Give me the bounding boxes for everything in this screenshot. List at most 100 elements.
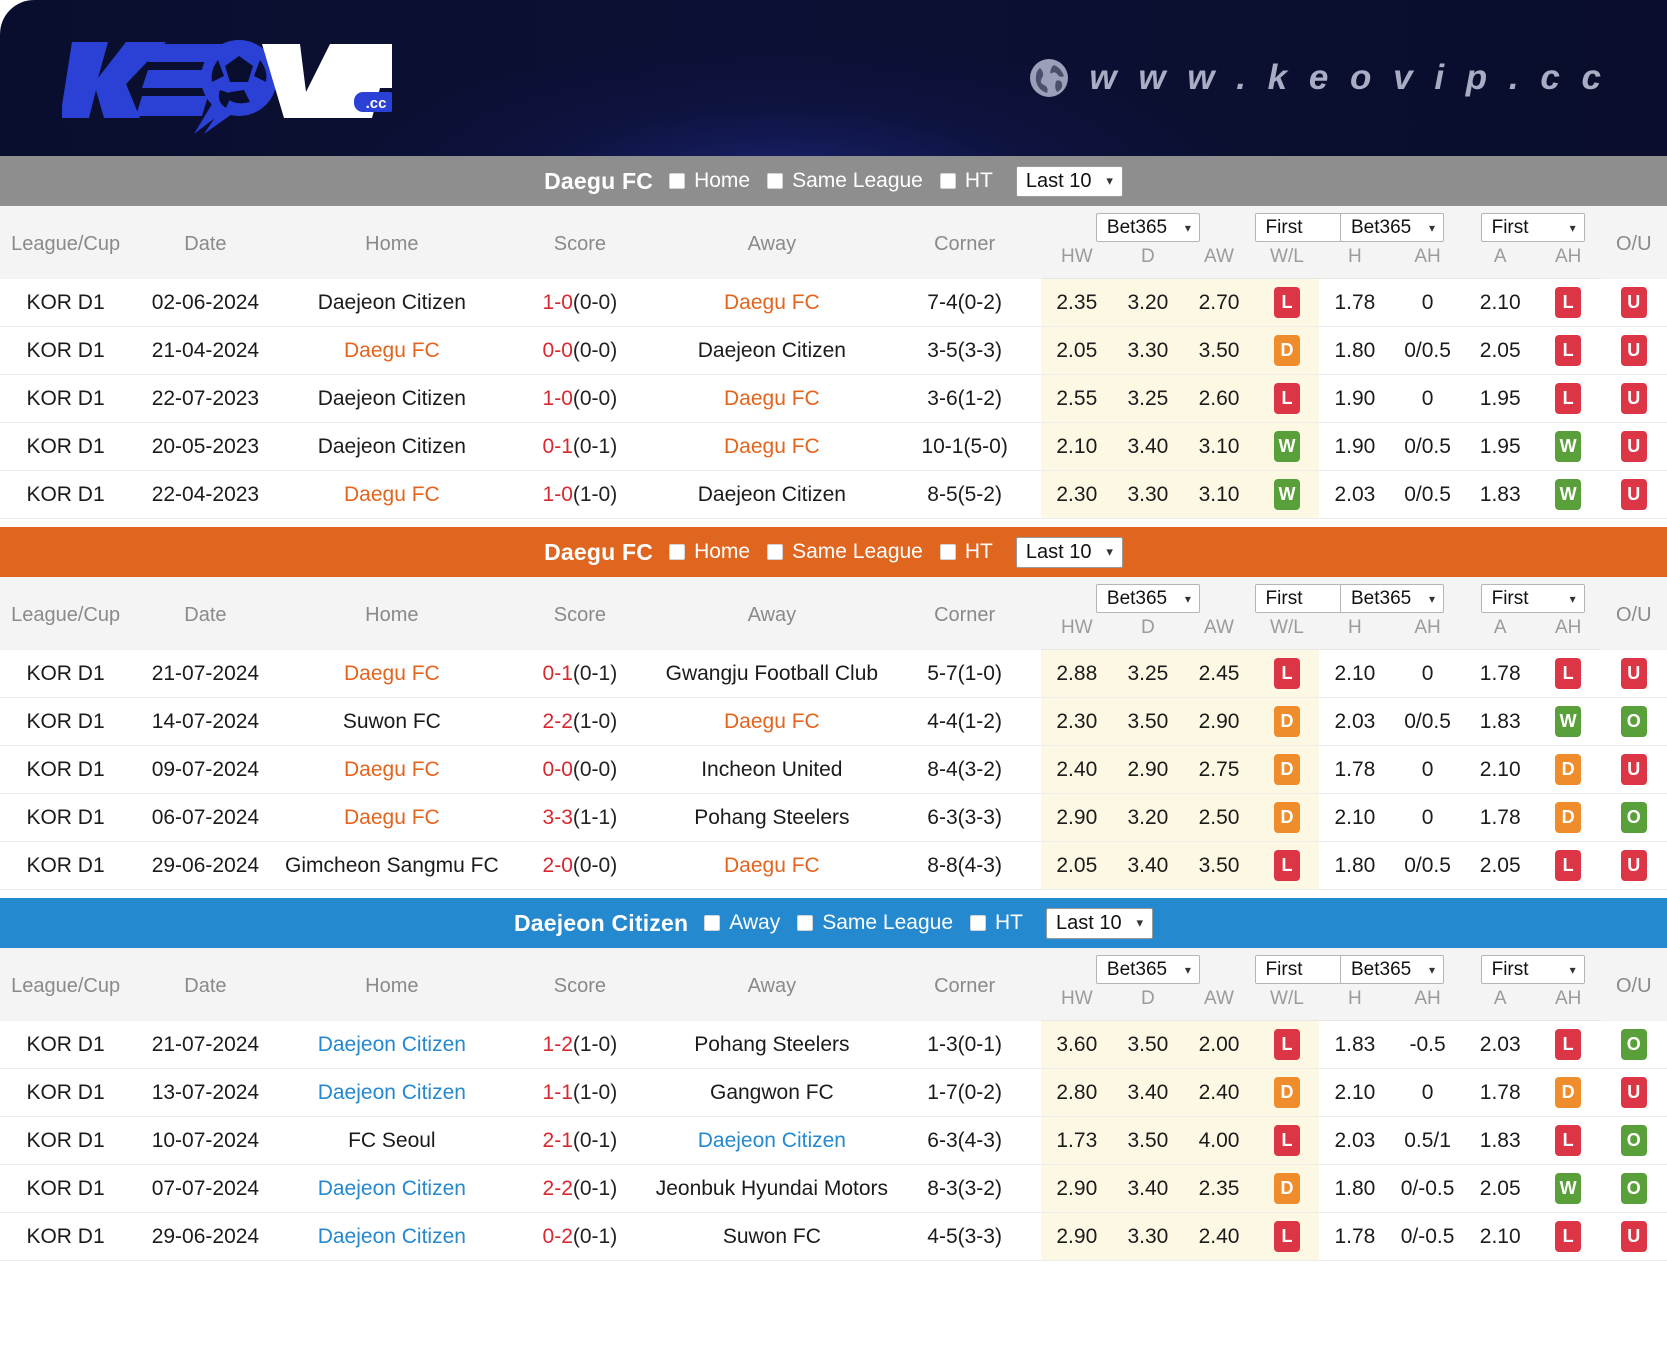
cell-ou-result: O bbox=[1601, 1117, 1667, 1165]
cell-score[interactable]: 1-0(1-0) bbox=[504, 471, 656, 519]
range-select-daegu[interactable]: Last 10 bbox=[1016, 537, 1123, 568]
cell-score[interactable]: 0-0(0-0) bbox=[504, 327, 656, 375]
filter-option-same-league-daegu[interactable]: Same League bbox=[767, 540, 923, 564]
checkbox-ht[interactable] bbox=[940, 173, 956, 189]
period-select-2-daejeon[interactable]: First bbox=[1481, 955, 1585, 984]
cell-away-team[interactable]: Daegu FC bbox=[656, 375, 888, 423]
cell-home-team[interactable]: FC Seoul bbox=[280, 1117, 504, 1165]
cell-score[interactable]: 0-1(0-1) bbox=[504, 650, 656, 698]
bookmaker-select-1-cell: Bet365▾ bbox=[1041, 206, 1254, 246]
bookmaker-select-1-h2h[interactable]: Bet365 bbox=[1096, 213, 1200, 242]
cell-home-team[interactable]: Daegu FC bbox=[280, 794, 504, 842]
checkbox-same-league[interactable] bbox=[767, 544, 783, 560]
cell-league: KOR D1 bbox=[0, 746, 131, 794]
cell-score[interactable]: 0-0(0-0) bbox=[504, 746, 656, 794]
cell-ah-result: L bbox=[1536, 650, 1601, 698]
cell-home-team[interactable]: Daegu FC bbox=[280, 327, 504, 375]
cell-ah-away-odds: 1.83 bbox=[1465, 1117, 1536, 1165]
cell-home-team[interactable]: Daegu FC bbox=[280, 650, 504, 698]
col-subheader-hw: HW bbox=[1041, 246, 1112, 279]
badge-d: D bbox=[1274, 802, 1300, 833]
cell-away-team[interactable]: Gwangju Football Club bbox=[656, 650, 888, 698]
checkbox-ht[interactable] bbox=[970, 915, 986, 931]
cell-home-team[interactable]: Daejeon Citizen bbox=[280, 279, 504, 327]
cell-home-team[interactable]: Suwon FC bbox=[280, 698, 504, 746]
filter-option-ht-h2h[interactable]: HT bbox=[940, 169, 993, 193]
cell-away-team[interactable]: Daejeon Citizen bbox=[656, 1117, 888, 1165]
cell-home-team[interactable]: Gimcheon Sangmu FC bbox=[280, 842, 504, 890]
col-header-score: Score bbox=[504, 577, 656, 650]
cell-score[interactable]: 0-2(0-1) bbox=[504, 1213, 656, 1261]
cell-away-team[interactable]: Jeonbuk Hyundai Motors bbox=[656, 1165, 888, 1213]
cell-score[interactable]: 1-1(1-0) bbox=[504, 1069, 656, 1117]
cell-away-team[interactable]: Gangwon FC bbox=[656, 1069, 888, 1117]
cell-away-team[interactable]: Daegu FC bbox=[656, 279, 888, 327]
cell-home-team[interactable]: Daejeon Citizen bbox=[280, 375, 504, 423]
cell-ah-handicap: 0/0.5 bbox=[1390, 327, 1464, 375]
filter-option-away-daejeon[interactable]: Away bbox=[704, 911, 780, 935]
cell-score[interactable]: 2-0(0-0) bbox=[504, 842, 656, 890]
cell-home-team[interactable]: Daejeon Citizen bbox=[280, 1165, 504, 1213]
cell-score[interactable]: 1-2(1-0) bbox=[504, 1021, 656, 1069]
range-select-h2h[interactable]: Last 10 bbox=[1016, 166, 1123, 197]
cell-away-team[interactable]: Daegu FC bbox=[656, 698, 888, 746]
table-row: KOR D110-07-2024FC Seoul2-1(0-1)Daejeon … bbox=[0, 1117, 1667, 1165]
filter-option-same-league-h2h[interactable]: Same League bbox=[767, 169, 923, 193]
cell-score[interactable]: 1-0(0-0) bbox=[504, 279, 656, 327]
cell-away-team[interactable]: Daejeon Citizen bbox=[656, 327, 888, 375]
cell-score[interactable]: 2-2(1-0) bbox=[504, 698, 656, 746]
checkbox-same-league[interactable] bbox=[767, 173, 783, 189]
badge-w: W bbox=[1555, 706, 1581, 737]
period-select-1-cell: First▾ bbox=[1255, 948, 1320, 988]
cell-away-team[interactable]: Daegu FC bbox=[656, 423, 888, 471]
filter-option-same-league-daejeon[interactable]: Same League bbox=[797, 911, 953, 935]
period-select-2-h2h[interactable]: First bbox=[1481, 213, 1585, 242]
cell-home-team[interactable]: Daejeon Citizen bbox=[280, 1069, 504, 1117]
cell-score[interactable]: 1-0(0-0) bbox=[504, 375, 656, 423]
period-select-2-daegu[interactable]: First bbox=[1481, 584, 1585, 613]
cell-home-team[interactable]: Daejeon Citizen bbox=[280, 1213, 504, 1261]
cell-odds-d: 3.50 bbox=[1112, 1117, 1183, 1165]
checkbox-ht[interactable] bbox=[940, 544, 956, 560]
cell-ah-home-odds: 1.80 bbox=[1319, 1165, 1390, 1213]
cell-score[interactable]: 3-3(1-1) bbox=[504, 794, 656, 842]
site-url-block[interactable]: w w w . k e o v i p . c c bbox=[1027, 56, 1607, 100]
bookmaker-select-1-daejeon[interactable]: Bet365 bbox=[1096, 955, 1200, 984]
cell-away-team[interactable]: Pohang Steelers bbox=[656, 1021, 888, 1069]
checkbox-same-league[interactable] bbox=[797, 915, 813, 931]
bookmaker-select-2-h2h[interactable]: Bet365 bbox=[1340, 213, 1444, 242]
cell-away-team[interactable]: Daegu FC bbox=[656, 842, 888, 890]
cell-home-team[interactable]: Daegu FC bbox=[280, 746, 504, 794]
filter-option-home-h2h[interactable]: Home bbox=[669, 169, 750, 193]
cell-home-team[interactable]: Daejeon Citizen bbox=[280, 1021, 504, 1069]
filter-option-home-daegu[interactable]: Home bbox=[669, 540, 750, 564]
checkbox-home[interactable] bbox=[669, 173, 685, 189]
cell-corner: 8-4(3-2) bbox=[888, 746, 1041, 794]
score-fulltime: 3-3 bbox=[543, 806, 573, 829]
cell-ou-result: O bbox=[1601, 1165, 1667, 1213]
site-logo[interactable]: .cc bbox=[62, 26, 392, 134]
col-header-home: Home bbox=[280, 577, 504, 650]
filter-option-ht-daegu[interactable]: HT bbox=[940, 540, 993, 564]
filter-option-ht-daejeon[interactable]: HT bbox=[970, 911, 1023, 935]
cell-away-team[interactable]: Daejeon Citizen bbox=[656, 471, 888, 519]
bookmaker-select-1-daegu[interactable]: Bet365 bbox=[1096, 584, 1200, 613]
cell-score[interactable]: 0-1(0-1) bbox=[504, 423, 656, 471]
cell-home-team[interactable]: Daejeon Citizen bbox=[280, 423, 504, 471]
cell-away-team[interactable]: Suwon FC bbox=[656, 1213, 888, 1261]
badge-l: L bbox=[1555, 850, 1581, 881]
checkbox-away[interactable] bbox=[704, 915, 720, 931]
cell-away-team[interactable]: Pohang Steelers bbox=[656, 794, 888, 842]
range-select-daejeon[interactable]: Last 10 bbox=[1046, 908, 1153, 939]
checkbox-home[interactable] bbox=[669, 544, 685, 560]
cell-date: 06-07-2024 bbox=[131, 794, 280, 842]
bookmaker-select-2-daegu[interactable]: Bet365 bbox=[1340, 584, 1444, 613]
cell-wl-result: L bbox=[1255, 1117, 1320, 1165]
cell-home-team[interactable]: Daegu FC bbox=[280, 471, 504, 519]
cell-away-team[interactable]: Incheon United bbox=[656, 746, 888, 794]
score-halftime: (0-1) bbox=[573, 662, 617, 685]
cell-ah-handicap: 0/-0.5 bbox=[1390, 1165, 1464, 1213]
cell-score[interactable]: 2-2(0-1) bbox=[504, 1165, 656, 1213]
bookmaker-select-2-daejeon[interactable]: Bet365 bbox=[1340, 955, 1444, 984]
cell-score[interactable]: 2-1(0-1) bbox=[504, 1117, 656, 1165]
